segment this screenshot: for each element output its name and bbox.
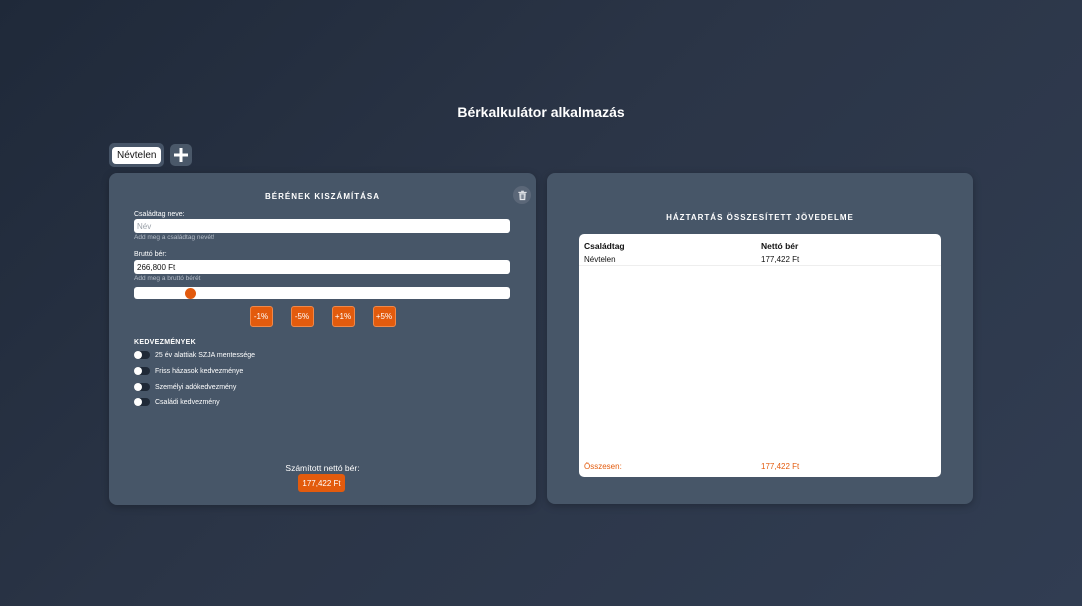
benefit-label: Személyi adókedvezmény — [155, 383, 237, 391]
household-income-panel: Háztartás összesített jövedelme Családta… — [547, 173, 973, 504]
benefits-title: Kedvezmények — [134, 339, 196, 346]
household-heading: Háztartás összesített jövedelme — [666, 213, 854, 222]
benefit-personal-tax: Személyi adókedvezmény — [134, 383, 236, 391]
total-label: Összesen: — [584, 462, 622, 471]
benefit-newlyweds: Friss házasok kedvezménye — [134, 367, 243, 375]
benefit-label: Családi kedvezmény — [155, 398, 220, 406]
benefit-toggle[interactable] — [134, 383, 150, 391]
salary-calculator-panel: Bérének kiszámítása Családtag neve: Add … — [109, 173, 536, 505]
row-divider — [579, 265, 941, 266]
plus-icon — [174, 148, 189, 162]
table-cell-member: Névtelen — [584, 255, 616, 264]
table-cell-net: 177,422 Ft — [761, 255, 800, 264]
gross-hint: Add meg a bruttó bérét — [134, 275, 201, 282]
total-value: 177,422 Ft — [761, 462, 800, 471]
household-table: Családtag Nettó bér Névtelen 177,422 Ft … — [579, 234, 941, 477]
net-salary-label: Számított nettó bér: — [285, 463, 360, 473]
column-header-member: Családtag — [584, 241, 625, 251]
benefit-toggle[interactable] — [134, 367, 150, 375]
tab-item-wrapper: Névtelen — [109, 143, 165, 167]
benefit-label: Friss házasok kedvezménye — [155, 367, 244, 375]
net-salary-value: 177,422 Ft — [298, 474, 345, 492]
benefit-toggle[interactable] — [134, 351, 150, 359]
trash-icon — [517, 190, 527, 200]
benefit-toggle[interactable] — [134, 398, 150, 406]
gross-salary-input[interactable] — [134, 260, 510, 274]
adjust-buttons: -1% -5% +1% +5% — [109, 306, 536, 327]
delete-member-button[interactable] — [513, 186, 531, 204]
column-header-net: Nettó bér — [761, 241, 799, 251]
benefit-szja-under-25: 25 év alattiak SZJA mentessége — [134, 351, 255, 359]
gross-label: Bruttó bér: — [134, 251, 167, 258]
add-member-button[interactable] — [170, 144, 193, 166]
name-hint: Add meg a családtag nevét! — [134, 234, 215, 241]
gross-salary-slider[interactable] — [134, 287, 510, 299]
minus-5-percent-button[interactable]: -5% — [290, 306, 314, 327]
name-input[interactable] — [134, 219, 510, 233]
calculator-heading: Bérének kiszámítása — [264, 192, 380, 201]
plus-1-percent-button[interactable]: +1% — [331, 306, 355, 327]
tab-nevtelen[interactable]: Névtelen — [112, 146, 162, 164]
benefit-family: Családi kedvezmény — [134, 398, 220, 406]
tab-bar: Névtelen — [109, 143, 193, 167]
name-label: Családtag neve: — [134, 211, 185, 218]
plus-5-percent-button[interactable]: +5% — [372, 306, 396, 327]
slider-thumb[interactable] — [184, 288, 196, 299]
app-title: Bérkalkulátor alkalmazás — [457, 104, 625, 120]
benefit-label: 25 év alattiak SZJA mentessége — [155, 351, 255, 359]
minus-1-percent-button[interactable]: -1% — [249, 306, 273, 327]
